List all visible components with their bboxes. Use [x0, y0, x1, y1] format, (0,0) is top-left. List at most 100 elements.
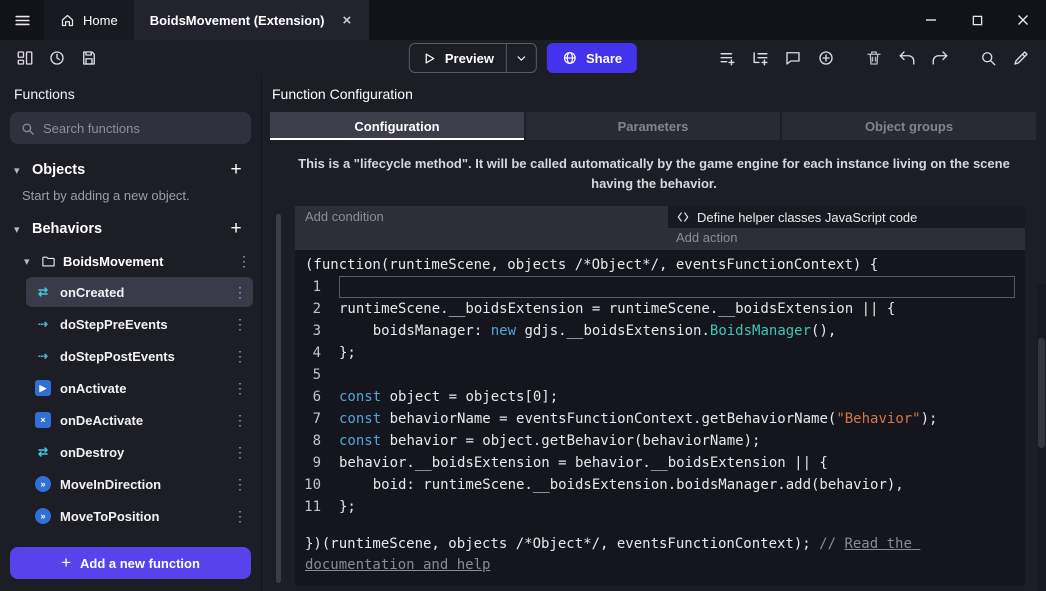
hamburger-menu-icon[interactable]: [0, 0, 44, 40]
search-functions-box[interactable]: [10, 112, 251, 144]
line-number: 2: [295, 298, 339, 320]
function-item-onCreated[interactable]: ⇄onCreated⋮: [26, 277, 253, 307]
preview-label: Preview: [445, 51, 494, 66]
share-button[interactable]: Share: [547, 43, 637, 73]
line-number: 4: [295, 342, 339, 364]
function-item-doStepPostEvents[interactable]: ⇢doStepPostEvents⋮: [26, 341, 253, 371]
tab-parameters[interactable]: Parameters: [526, 112, 780, 140]
events-scrollbar[interactable]: [276, 214, 281, 583]
window-close-button[interactable]: [1000, 0, 1046, 40]
code-text: boidsManager: new gdjs.__boidsExtension.…: [339, 320, 1025, 342]
function-item-onDeActivate[interactable]: ×onDeActivate⋮: [26, 405, 253, 435]
main-scrollbar-thumb[interactable]: [1038, 338, 1045, 448]
function-icon: ▶: [35, 380, 51, 396]
code-line-5[interactable]: 5: [295, 364, 1025, 386]
code-line-9[interactable]: 9behavior.__boidsExtension = behavior.__…: [295, 452, 1025, 474]
kebab-menu-icon[interactable]: ⋮: [233, 444, 247, 461]
folder-icon: [41, 254, 56, 269]
kebab-menu-icon[interactable]: ⋮: [233, 348, 247, 365]
redo-icon[interactable]: [925, 44, 955, 72]
code-line-4[interactable]: 4};: [295, 342, 1025, 364]
function-item-onActivate[interactable]: ▶onActivate⋮: [26, 373, 253, 403]
function-icon: ×: [35, 412, 51, 428]
function-item-MoveToPosition[interactable]: »MoveToPosition⋮: [26, 501, 253, 531]
code-line-7[interactable]: 7const behaviorName = eventsFunctionCont…: [295, 408, 1025, 430]
share-label: Share: [586, 51, 622, 66]
sidebar-title: Functions: [0, 76, 261, 110]
behavior-folder-boidsmovement[interactable]: ▾ BoidsMovement ⋮: [0, 247, 261, 275]
tab-home[interactable]: Home: [44, 0, 134, 40]
comment-icon[interactable]: [778, 44, 808, 72]
line-number: 3: [295, 320, 339, 342]
window-minimize-button[interactable]: [908, 0, 954, 40]
tab-configuration[interactable]: Configuration: [270, 112, 524, 140]
kebab-menu-icon[interactable]: ⋮: [233, 284, 247, 301]
code-line-10[interactable]: 10 boid: runtimeScene.__boidsExtension.b…: [295, 474, 1025, 496]
undo-icon[interactable]: [892, 44, 922, 72]
code-line-8[interactable]: 8const behavior = object.getBehavior(beh…: [295, 430, 1025, 452]
add-object-button[interactable]: +: [225, 159, 247, 181]
toolbar-left-group: [10, 44, 104, 72]
preview-dropdown-button[interactable]: [507, 52, 536, 65]
kebab-menu-icon[interactable]: ⋮: [233, 476, 247, 493]
line-number: 11: [295, 496, 339, 518]
code-editor[interactable]: (function(runtimeScene, objects /*Object…: [295, 250, 1025, 586]
search-icon[interactable]: [973, 44, 1003, 72]
add-action-button[interactable]: Add action: [668, 228, 1025, 250]
function-configuration-panel: Function Configuration ConfigurationPara…: [262, 76, 1046, 591]
config-tabs: ConfigurationParametersObject groups: [270, 112, 1036, 140]
tab-close-icon[interactable]: ×: [340, 12, 353, 29]
preview-button[interactable]: Preview: [409, 43, 537, 73]
code-line-6[interactable]: 6const object = objects[0];: [295, 386, 1025, 408]
line-number: 7: [295, 408, 339, 430]
line-number: 8: [295, 430, 339, 452]
toolbar-right-group: [712, 44, 1036, 72]
code-text: boid: runtimeScene.__boidsExtension.boid…: [339, 474, 1025, 496]
code-line-3[interactable]: 3 boidsManager: new gdjs.__boidsExtensio…: [295, 320, 1025, 342]
kebab-menu-icon[interactable]: ⋮: [233, 316, 247, 333]
project-manager-icon[interactable]: [10, 44, 40, 72]
trash-icon[interactable]: [859, 44, 889, 72]
history-icon[interactable]: [42, 44, 72, 72]
line-number: 1: [295, 276, 339, 298]
app-window: Home BoidsMovement (Extension) ×: [0, 0, 1046, 591]
add-function-button[interactable]: + Add a new function: [10, 547, 251, 579]
code-line-2[interactable]: 2runtimeScene.__boidsExtension = runtime…: [295, 298, 1025, 320]
search-icon: [20, 121, 35, 136]
kebab-menu-icon[interactable]: ⋮: [233, 380, 247, 397]
function-item-onDestroy[interactable]: ⇄onDestroy⋮: [26, 437, 253, 467]
tab-object-groups[interactable]: Object groups: [782, 112, 1036, 140]
play-icon: [422, 51, 437, 66]
function-icon: »: [35, 508, 51, 524]
home-icon: [60, 13, 75, 28]
code-line-1[interactable]: 1: [295, 276, 1025, 298]
function-item-doStepPreEvents[interactable]: ⇢doStepPreEvents⋮: [26, 309, 253, 339]
code-wrapper-close: })(runtimeScene, objects /*Object*/, eve…: [295, 534, 995, 576]
events-sheet: Add condition Define helper classes Java…: [262, 206, 1046, 591]
add-subevent-icon[interactable]: [745, 44, 775, 72]
kebab-menu-icon[interactable]: ⋮: [233, 412, 247, 429]
tab-document[interactable]: BoidsMovement (Extension) ×: [134, 0, 370, 40]
add-event-icon[interactable]: [712, 44, 742, 72]
js-event-title-row[interactable]: Define helper classes JavaScript code: [668, 206, 1025, 228]
tab-home-label: Home: [83, 13, 118, 28]
kebab-menu-icon[interactable]: ⋮: [237, 253, 251, 270]
preview-button-main[interactable]: Preview: [410, 51, 506, 66]
main-scrollbar[interactable]: [1037, 284, 1046, 591]
chevron-down-icon: [515, 52, 528, 65]
behaviors-section-header[interactable]: ▾ Behaviors +: [0, 215, 261, 243]
save-icon[interactable]: [74, 44, 104, 72]
theme-brush-icon[interactable]: [1006, 44, 1036, 72]
window-maximize-button[interactable]: [954, 0, 1000, 40]
kebab-menu-icon[interactable]: ⋮: [233, 508, 247, 525]
function-icon: ⇄: [35, 284, 51, 300]
add-behavior-button[interactable]: +: [225, 218, 247, 240]
code-line-11[interactable]: 11};: [295, 496, 1025, 518]
function-item-MoveInDirection[interactable]: »MoveInDirection⋮: [26, 469, 253, 499]
objects-section-header[interactable]: ▾ Objects +: [0, 156, 261, 184]
globe-icon: [562, 50, 578, 66]
search-functions-input[interactable]: [43, 121, 241, 136]
add-circle-icon[interactable]: [811, 44, 841, 72]
add-condition-button[interactable]: Add condition: [295, 206, 668, 250]
line-number: 5: [295, 364, 339, 386]
